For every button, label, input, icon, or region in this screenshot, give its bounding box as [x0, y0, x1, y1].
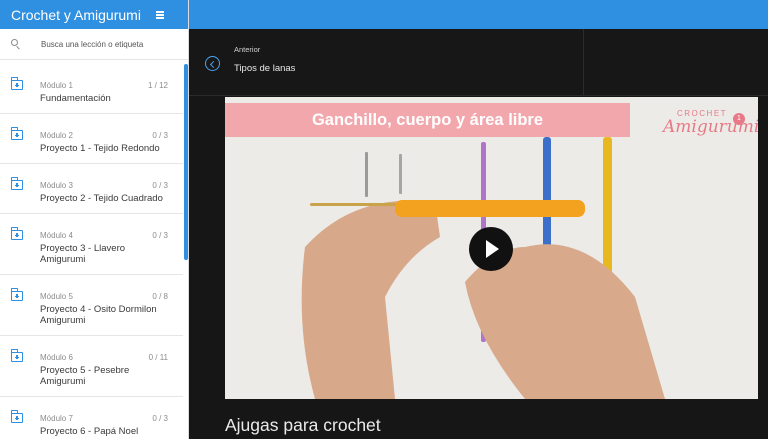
- previous-arrow-icon[interactable]: [205, 56, 220, 71]
- module-progress: 0 / 11: [148, 353, 168, 362]
- module-progress: 0 / 8: [152, 292, 168, 301]
- module-item-7[interactable]: Módulo 7 0 / 3 Proyecto 6 - Papá Noel: [0, 397, 183, 439]
- play-icon[interactable]: [469, 227, 513, 271]
- module-title: Proyecto 1 - Tejido Redondo: [40, 143, 160, 154]
- module-label: Módulo 5: [40, 292, 73, 301]
- module-item-2[interactable]: Módulo 2 0 / 3 Proyecto 1 - Tejido Redon…: [0, 114, 183, 164]
- module-progress: 1 / 12: [147, 81, 168, 90]
- module-label: Módulo 6: [40, 353, 73, 362]
- nav-divider: [583, 29, 584, 95]
- sidebar-header: Crochet y Amigurumi: [0, 0, 188, 29]
- folder-plus-icon: [11, 410, 23, 423]
- module-label: Módulo 7: [40, 414, 73, 423]
- previous-label: Anterior: [234, 45, 261, 54]
- module-item-1[interactable]: Módulo 1 1 / 12 Fundamentación: [0, 64, 183, 114]
- module-title: Proyecto 3 - Llavero Amigurumi: [40, 243, 126, 265]
- top-bar: [189, 0, 768, 29]
- logo-badge: 1: [733, 113, 745, 125]
- module-progress: 0 / 3: [152, 181, 168, 190]
- search-input[interactable]: [41, 39, 171, 49]
- module-progress: 0 / 3: [152, 231, 168, 240]
- module-progress: 0 / 3: [152, 414, 168, 423]
- lesson-nav: Anterior Tipos de lanas: [189, 29, 768, 96]
- menu-icon[interactable]: [155, 10, 168, 20]
- banner-text: Ganchillo, cuerpo y área libre: [311, 111, 544, 129]
- search-bar: [0, 29, 188, 60]
- module-item-3[interactable]: Módulo 3 0 / 3 Proyecto 2 - Tejido Cuadr…: [0, 164, 183, 214]
- video-banner: Ganchillo, cuerpo y área libre: [225, 103, 630, 137]
- folder-plus-icon: [11, 77, 23, 90]
- module-title: Proyecto 4 - Osito Dormilon Amigurumi: [40, 304, 157, 326]
- folder-plus-icon: [11, 288, 23, 301]
- lesson-title: Ajugas para crochet: [225, 415, 381, 435]
- module-title: Fundamentación: [40, 93, 111, 104]
- folder-plus-icon: [11, 227, 23, 240]
- folder-plus-icon: [11, 349, 23, 362]
- module-label: Módulo 1: [40, 81, 73, 90]
- app-title[interactable]: Crochet y Amigurumi: [11, 7, 141, 23]
- search-icon: [11, 39, 21, 50]
- video-player[interactable]: Ganchillo, cuerpo y área libre CROCHET A…: [225, 97, 758, 399]
- sidebar: Crochet y Amigurumi Módulo 1 1 / 12 Fund…: [0, 0, 189, 439]
- module-label: Módulo 2: [40, 131, 73, 140]
- module-title: Proyecto 2 - Tejido Cuadrado: [40, 193, 163, 204]
- module-title: Proyecto 5 - Pesebre Amigurumi: [40, 365, 130, 387]
- module-title: Proyecto 6 - Papá Noel: [40, 426, 139, 437]
- module-item-4[interactable]: Módulo 4 0 / 3 Proyecto 3 - Llavero Amig…: [0, 214, 183, 275]
- folder-plus-icon: [11, 177, 23, 190]
- module-label: Módulo 3: [40, 181, 73, 190]
- sidebar-scrollbar[interactable]: [184, 64, 188, 260]
- module-item-5[interactable]: Módulo 5 0 / 8 Proyecto 4 - Osito Dormil…: [0, 275, 183, 336]
- module-progress: 0 / 3: [152, 131, 168, 140]
- module-list: Módulo 1 1 / 12 Fundamentación Módulo 2 …: [0, 64, 183, 439]
- module-label: Módulo 4: [40, 231, 73, 240]
- folder-plus-icon: [11, 127, 23, 140]
- module-item-6[interactable]: Módulo 6 0 / 11 Proyecto 5 - Pesebre Ami…: [0, 336, 183, 397]
- previous-lesson-link[interactable]: Tipos de lanas: [234, 63, 295, 74]
